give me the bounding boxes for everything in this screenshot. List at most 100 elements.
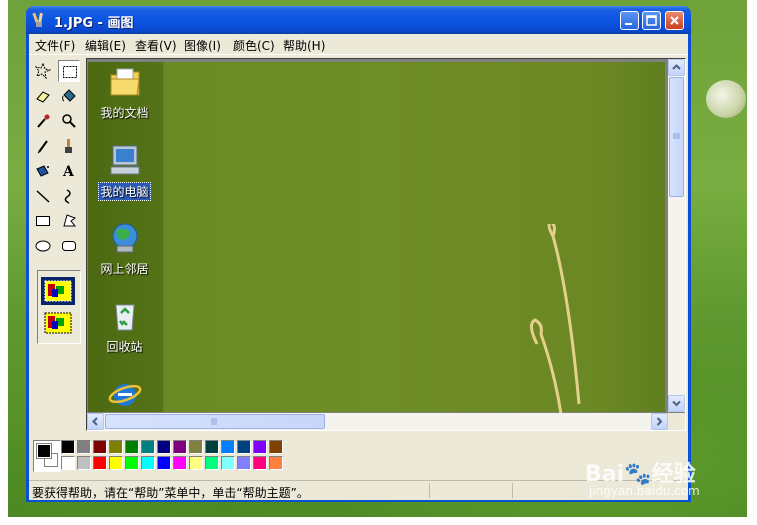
status-pane-coords xyxy=(429,483,510,498)
color-swatch[interactable] xyxy=(253,456,267,470)
tool-options-panel xyxy=(37,270,81,344)
desktop-icon-my-documents[interactable]: 我的文档 xyxy=(87,65,162,121)
color-swatch[interactable] xyxy=(77,456,91,470)
desktop-icon-my-computer[interactable]: 我的电脑 xyxy=(87,143,162,201)
free-select-icon xyxy=(35,63,51,79)
ellipse-icon xyxy=(35,240,51,252)
color-swatch[interactable] xyxy=(269,456,283,470)
close-button[interactable] xyxy=(665,11,684,30)
desktop-label: 网上邻居 xyxy=(100,262,149,276)
menu-colors[interactable]: 颜色(C) xyxy=(233,37,275,54)
scroll-up-button[interactable] xyxy=(668,59,685,76)
tool-airbrush[interactable] xyxy=(32,160,54,182)
scroll-down-button[interactable] xyxy=(668,395,685,412)
grip-icon xyxy=(673,133,680,139)
tool-pencil[interactable] xyxy=(32,135,54,157)
menu-image[interactable]: 图像(I) xyxy=(184,37,221,54)
maximize-button[interactable] xyxy=(642,11,661,30)
color-swatch[interactable] xyxy=(61,440,75,454)
desktop-label: 回收站 xyxy=(106,340,143,354)
status-pane-size xyxy=(512,483,593,498)
color-swatch[interactable] xyxy=(125,456,139,470)
canvas-viewport: 我的文档 我的电脑 网上邻居 回收站 xyxy=(86,58,686,431)
tool-rectangle[interactable] xyxy=(32,210,54,232)
paint-app-icon xyxy=(32,12,43,27)
current-colors[interactable] xyxy=(33,440,61,472)
tool-magnifier[interactable] xyxy=(58,110,80,132)
menu-edit[interactable]: 编辑(E) xyxy=(85,37,126,54)
tool-eraser[interactable] xyxy=(32,85,54,107)
color-swatch[interactable] xyxy=(141,440,155,454)
color-swatch[interactable] xyxy=(253,440,267,454)
menu-help[interactable]: 帮助(H) xyxy=(283,37,325,54)
tool-line[interactable] xyxy=(32,185,54,207)
color-swatch[interactable] xyxy=(109,456,123,470)
tool-brush[interactable] xyxy=(58,135,80,157)
color-swatch[interactable] xyxy=(93,456,107,470)
color-swatch[interactable] xyxy=(173,456,187,470)
color-swatch[interactable] xyxy=(205,440,219,454)
scroll-right-button[interactable] xyxy=(651,413,668,430)
option-transparent[interactable] xyxy=(41,309,75,337)
scroll-corner xyxy=(668,413,685,430)
tool-fill[interactable] xyxy=(58,85,80,107)
grip-icon xyxy=(211,418,217,425)
minimize-button[interactable] xyxy=(620,11,639,30)
vertical-scroll-thumb[interactable] xyxy=(669,77,684,197)
color-swatch[interactable] xyxy=(205,456,219,470)
color-swatch[interactable] xyxy=(93,440,107,454)
chevron-left-icon xyxy=(92,417,98,426)
curve-icon xyxy=(64,189,71,204)
menu-file[interactable]: 文件(F) xyxy=(35,37,75,54)
brush-icon xyxy=(65,139,72,153)
color-swatch[interactable] xyxy=(157,456,171,470)
color-swatch[interactable] xyxy=(141,456,155,470)
color-swatch[interactable] xyxy=(189,456,203,470)
tool-rect-select[interactable] xyxy=(58,60,80,82)
opaque-option-icon xyxy=(44,280,72,302)
title-bar[interactable]: 1.JPG - 画图 xyxy=(26,6,691,34)
svg-text:A: A xyxy=(62,164,75,179)
horizontal-scroll-thumb[interactable] xyxy=(105,414,325,429)
rounded-rect-icon xyxy=(62,241,76,251)
menu-bar: 文件(F) 编辑(E) 查看(V) 图像(I) 颜色(C) 帮助(H) xyxy=(29,34,688,55)
rectangle-icon xyxy=(36,216,50,226)
desktop-icon-network[interactable]: 网上邻居 xyxy=(87,221,162,277)
color-swatch[interactable] xyxy=(221,440,235,454)
color-swatch[interactable] xyxy=(173,440,187,454)
tool-ellipse[interactable] xyxy=(32,235,54,257)
option-opaque[interactable] xyxy=(41,277,75,305)
color-swatch[interactable] xyxy=(269,440,283,454)
horizontal-scrollbar[interactable] xyxy=(87,413,668,430)
rect-select-icon xyxy=(63,66,77,78)
tool-polygon[interactable] xyxy=(58,210,80,232)
color-swatch[interactable] xyxy=(237,440,251,454)
color-swatch[interactable] xyxy=(237,456,251,470)
tool-color-picker[interactable] xyxy=(32,110,54,132)
color-swatch[interactable] xyxy=(77,440,91,454)
color-swatch[interactable] xyxy=(109,440,123,454)
transparent-option-icon xyxy=(44,312,72,334)
chevron-right-icon xyxy=(656,417,663,426)
pencil-icon xyxy=(37,140,48,154)
tool-free-select[interactable] xyxy=(32,60,54,82)
color-swatch[interactable] xyxy=(157,440,171,454)
color-swatch[interactable] xyxy=(61,456,75,470)
vertical-scrollbar[interactable] xyxy=(668,59,685,412)
tool-text[interactable]: A xyxy=(58,160,80,182)
menu-view[interactable]: 查看(V) xyxy=(135,37,177,54)
foreground-color-swatch xyxy=(36,443,52,459)
desktop-icon-recycle-bin[interactable]: 回收站 xyxy=(87,299,162,355)
airbrush-icon xyxy=(36,165,49,177)
color-swatch[interactable] xyxy=(125,440,139,454)
internet-explorer-icon xyxy=(108,384,141,406)
baidu-watermark: Bai🐾经验 jingyan.baidu.com xyxy=(585,456,700,498)
scroll-left-button[interactable] xyxy=(87,413,104,430)
tool-curve[interactable] xyxy=(58,185,80,207)
status-text: 要获得帮助，请在“帮助”菜单中，单击“帮助主题”。 xyxy=(32,486,309,500)
color-swatch[interactable] xyxy=(221,456,235,470)
grass-stalk xyxy=(530,224,581,415)
desktop-icon-internet-explorer[interactable] xyxy=(87,377,162,414)
tool-rounded-rect[interactable] xyxy=(58,235,80,257)
color-swatch[interactable] xyxy=(189,440,203,454)
